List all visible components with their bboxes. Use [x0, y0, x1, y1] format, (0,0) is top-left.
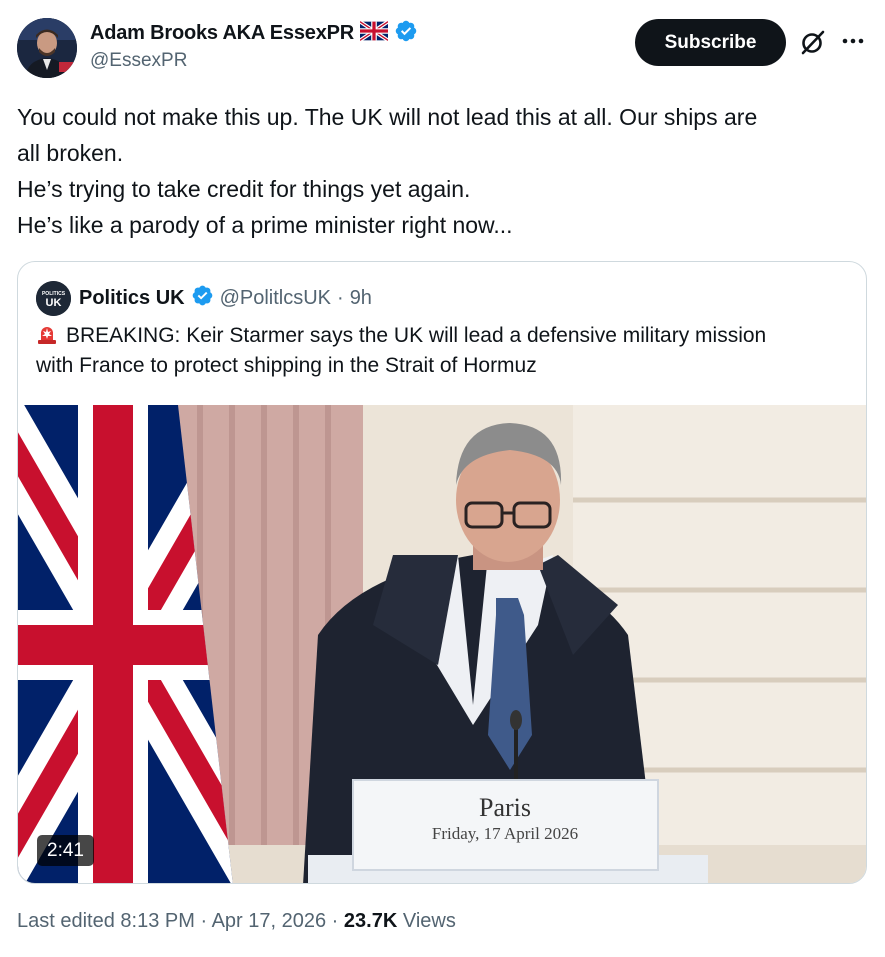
tweet-meta: Last edited 8:13 PM · Apr 17, 2026 · 23.… — [17, 910, 456, 933]
tweet-line: all broken. — [17, 140, 124, 166]
post-date[interactable]: Apr 17, 2026 — [212, 910, 327, 932]
author-avatar[interactable] — [17, 18, 77, 78]
more-icon[interactable] — [838, 26, 868, 56]
lectern-title: Paris — [479, 793, 531, 822]
tweet-line: He’s trying to take credit for things ye… — [17, 176, 471, 202]
uk-flag-icon — [358, 19, 390, 46]
edited-time[interactable]: Last edited 8:13 PM — [17, 910, 195, 932]
tweet-line: You could not make this up. The UK will … — [17, 104, 758, 130]
quoted-timestamp[interactable]: 9h — [350, 287, 372, 310]
siren-icon — [36, 323, 58, 345]
views-label: Views — [402, 910, 456, 932]
video-duration: 2:41 — [37, 835, 94, 866]
video-thumbnail: Paris Friday, 17 April 2026 — [18, 405, 866, 883]
quoted-author-name[interactable]: Politics UK — [79, 287, 185, 310]
verified-badge-icon[interactable] — [394, 19, 418, 48]
quoted-avatar-text-bottom: UK — [46, 297, 62, 309]
tweet-text: You could not make this up. The UK will … — [17, 99, 867, 243]
verified-badge-icon[interactable] — [191, 284, 214, 312]
meta-separator: · — [331, 910, 339, 932]
quoted-author-handle[interactable]: @PolitlcsUK — [220, 287, 331, 310]
quoted-text-line: with France to protect shipping in the S… — [36, 354, 537, 377]
quoted-avatar[interactable]: POLITICS UK — [36, 280, 71, 316]
video-player[interactable]: Paris Friday, 17 April 2026 — [18, 405, 866, 883]
quoted-tweet[interactable]: POLITICS UK Politics UK @PolitlcsUK · 9h… — [17, 261, 867, 884]
grok-icon[interactable] — [798, 27, 828, 57]
author-handle[interactable]: @EssexPR — [90, 50, 418, 72]
tweet-line: He’s like a parody of a prime minister r… — [17, 212, 513, 238]
lectern-date: Friday, 17 April 2026 — [432, 824, 578, 843]
quoted-separator: · — [337, 286, 344, 309]
author-block: Adam Brooks AKA EssexPR @EssexPR — [90, 18, 418, 72]
author-name[interactable]: Adam Brooks AKA EssexPR — [90, 22, 354, 45]
subscribe-button[interactable]: Subscribe — [635, 19, 786, 66]
views-count[interactable]: 23.7K — [344, 910, 397, 932]
quoted-text-line: BREAKING: Keir Starmer says the UK will … — [66, 324, 767, 347]
quoted-header: POLITICS UK Politics UK @PolitlcsUK · 9h — [36, 280, 372, 316]
meta-separator: · — [200, 910, 208, 932]
quoted-text: BREAKING: Keir Starmer says the UK will … — [36, 321, 856, 381]
